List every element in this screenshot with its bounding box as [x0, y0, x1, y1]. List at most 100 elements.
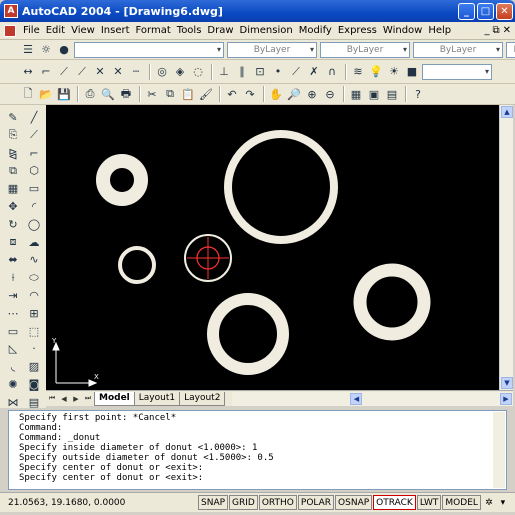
menu-window[interactable]: Window [380, 25, 425, 36]
model-toggle[interactable]: MODEL [442, 495, 481, 510]
layer-properties-icon[interactable]: ≋ [350, 64, 366, 80]
snap-intersection-icon[interactable]: ✕ [92, 64, 108, 80]
break-at-point-icon[interactable]: ⋯ [4, 305, 22, 322]
donut-4[interactable] [353, 263, 431, 341]
snap-nearest-icon[interactable]: ⟋ [288, 64, 304, 80]
scale-icon[interactable]: ⧈ [4, 234, 22, 251]
hatch-icon[interactable]: ▨ [25, 358, 43, 375]
line-icon[interactable]: ╱ [25, 109, 43, 126]
menu-express[interactable]: Express [335, 25, 380, 36]
menu-help[interactable]: Help [425, 25, 454, 36]
construction-line-icon[interactable]: ⟋ [25, 127, 43, 144]
explode-icon[interactable]: ✺ [4, 376, 22, 393]
publish-icon[interactable]: 🖶 [118, 86, 134, 102]
tab-last-icon[interactable]: ⏭ [82, 393, 94, 405]
scroll-up-icon[interactable]: ▲ [501, 106, 513, 118]
maximize-button[interactable]: □ [477, 2, 494, 20]
undo-icon[interactable]: ↶ [224, 86, 240, 102]
snap-node-icon[interactable]: • [270, 64, 286, 80]
snap-center-icon[interactable]: ◎ [154, 64, 170, 80]
point-icon[interactable]: · [25, 340, 43, 357]
menu-format[interactable]: Format [133, 25, 174, 36]
horizontal-scrollbar[interactable]: ◀ ▶ [232, 391, 513, 406]
zoom-previous-icon[interactable]: ⊖ [322, 86, 338, 102]
plot-preview-icon[interactable]: 🔍 [100, 86, 116, 102]
ortho-toggle[interactable]: ORTHO [258, 495, 297, 510]
vertical-scrollbar[interactable]: ▲ ▼ [499, 105, 513, 390]
pan-icon[interactable]: ✋ [268, 86, 284, 102]
doc-restore-icon[interactable]: ⧉ [492, 25, 499, 36]
snap-parallel-icon[interactable]: ∥ [234, 64, 250, 80]
layer-dropdown[interactable] [74, 41, 224, 58]
snap-quadrant-icon[interactable]: ◈ [172, 64, 188, 80]
ellipse-icon[interactable]: ⬭ [25, 269, 43, 286]
tab-next-icon[interactable]: ▶ [70, 393, 82, 405]
scroll-left-icon[interactable]: ◀ [350, 392, 363, 405]
insert-block-icon[interactable]: ⊞ [25, 305, 43, 322]
redo-icon[interactable]: ↷ [242, 86, 258, 102]
plotstyle-dropdown[interactable]: ByColor [506, 41, 515, 58]
layer-manager-icon[interactable]: ☰ [20, 42, 36, 58]
copy-icon[interactable]: ⧉ [162, 86, 178, 102]
polyline-icon[interactable]: ⌐ [25, 145, 43, 162]
rotate-icon[interactable]: ↻ [4, 216, 22, 233]
new-icon[interactable]: 🗋 [20, 86, 36, 102]
layer-lock-icon[interactable]: ● [56, 42, 72, 58]
snap-midpoint-icon[interactable]: ⟋ [74, 64, 90, 80]
tab-first-icon[interactable]: ⏮ [46, 393, 58, 405]
doc-close-icon[interactable]: ✕ [503, 25, 511, 36]
arc-icon[interactable]: ◜ [25, 198, 43, 215]
break-icon[interactable]: ▭ [4, 323, 22, 340]
join-icon[interactable]: ⋈ [4, 394, 22, 411]
layer-state-icon[interactable]: ☼ [38, 42, 54, 58]
polygon-icon[interactable]: ⬡ [25, 162, 43, 179]
lwt-toggle[interactable]: LWT [416, 495, 442, 510]
command-prompt[interactable]: Specify center of donut or <exit>: [19, 473, 490, 483]
zoom-realtime-icon[interactable]: 🔎 [286, 86, 302, 102]
comm-center-icon[interactable]: ✲ [482, 496, 496, 510]
help-icon[interactable]: ? [410, 86, 426, 102]
donut-3[interactable] [118, 246, 156, 284]
zoom-window-icon[interactable]: ⊕ [304, 86, 320, 102]
minimize-button[interactable]: _ [458, 2, 475, 20]
current-layer-dropdown[interactable] [422, 63, 492, 80]
extend-icon[interactable]: ⇥ [4, 287, 22, 304]
menu-view[interactable]: View [68, 25, 98, 36]
snap-tangent-icon[interactable]: ◌ [190, 64, 206, 80]
tab-layout2[interactable]: Layout2 [179, 391, 226, 406]
rectangle-icon[interactable]: ▭ [25, 180, 43, 197]
snap-insert-icon[interactable]: ⊡ [252, 64, 268, 80]
drawing-svg[interactable]: Y X [46, 105, 499, 390]
cut-icon[interactable]: ✂ [144, 86, 160, 102]
table-icon[interactable]: ▤ [25, 394, 43, 411]
designcenter-icon[interactable]: ▣ [366, 86, 382, 102]
otrack-toggle[interactable]: OTRACK [373, 495, 416, 510]
drawing-area[interactable]: Y X [46, 105, 499, 390]
menu-edit[interactable]: Edit [43, 25, 68, 36]
donut-1[interactable] [96, 154, 148, 206]
copy-object-icon[interactable]: ⎘ [4, 127, 22, 144]
layer-on-icon[interactable]: 💡 [368, 64, 384, 80]
polar-toggle[interactable]: POLAR [297, 495, 335, 510]
close-button[interactable]: ✕ [496, 2, 513, 20]
fillet-icon[interactable]: ◟ [4, 358, 22, 375]
tab-model[interactable]: Model [94, 391, 135, 406]
paste-icon[interactable]: 📋 [180, 86, 196, 102]
donut-2[interactable] [224, 130, 338, 244]
command-window[interactable]: Specify first point: *Cancel* Command: C… [8, 410, 507, 490]
properties-icon[interactable]: ▦ [348, 86, 364, 102]
status-menu-icon[interactable]: ▾ [496, 496, 510, 510]
open-icon[interactable]: 📂 [38, 86, 54, 102]
menu-insert[interactable]: Insert [98, 25, 133, 36]
coordinate-readout[interactable]: 21.0563, 19.1680, 0.0000 [8, 498, 198, 508]
snap-apparent-icon[interactable]: ✕ [110, 64, 126, 80]
region-icon[interactable]: ◙ [25, 376, 43, 393]
osnap-toggle[interactable]: OSNAP [335, 495, 373, 510]
chamfer-icon[interactable]: ◺ [4, 340, 22, 357]
move-icon[interactable]: ✥ [4, 198, 22, 215]
menu-draw[interactable]: Draw [204, 25, 236, 36]
stretch-icon[interactable]: ⬌ [4, 251, 22, 268]
trim-icon[interactable]: ⟊ [4, 269, 22, 286]
menu-dimension[interactable]: Dimension [237, 25, 296, 36]
document-icon[interactable] [4, 24, 16, 37]
